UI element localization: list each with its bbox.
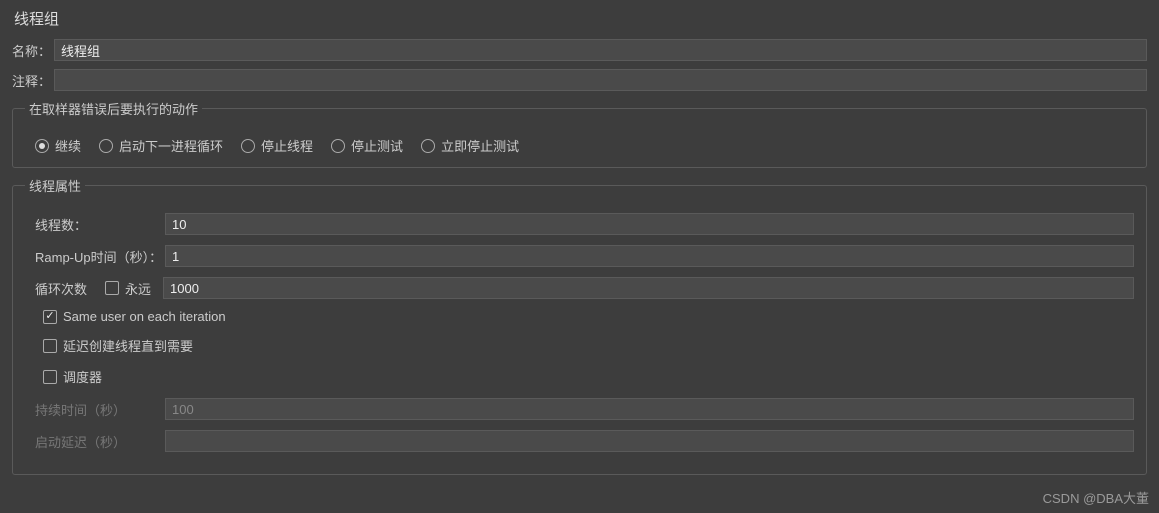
threads-input[interactable] [165, 213, 1134, 235]
forever-checkbox[interactable]: 永远 [105, 279, 151, 298]
radio-icon [241, 139, 255, 153]
radio-start-next-loop-label: 启动下一进程循环 [119, 136, 223, 155]
scheduler-label: 调度器 [63, 367, 102, 386]
radio-continue-label: 继续 [55, 136, 81, 155]
checkbox-icon [43, 339, 57, 353]
radio-icon [35, 139, 49, 153]
radio-continue[interactable]: 继续 [35, 136, 81, 155]
radio-icon [331, 139, 345, 153]
radio-stop-test[interactable]: 停止测试 [331, 136, 403, 155]
scheduler-checkbox[interactable]: 调度器 [43, 367, 102, 386]
error-action-legend: 在取样器错误后要执行的动作 [25, 99, 202, 118]
comment-input[interactable] [54, 69, 1147, 91]
startup-delay-input [165, 430, 1134, 452]
watermark: CSDN @DBA大董 [1043, 488, 1149, 507]
error-action-fieldset: 在取样器错误后要执行的动作 继续 启动下一进程循环 停止线程 停止测试 立即停止… [12, 99, 1147, 168]
checkbox-icon [105, 281, 119, 295]
radio-stop-thread-label: 停止线程 [261, 136, 313, 155]
name-label: 名称： [12, 41, 54, 60]
delay-create-label: 延迟创建线程直到需要 [63, 336, 193, 355]
radio-stop-thread[interactable]: 停止线程 [241, 136, 313, 155]
delay-create-checkbox[interactable]: 延迟创建线程直到需要 [43, 336, 193, 355]
radio-icon [99, 139, 113, 153]
thread-properties-legend: 线程属性 [25, 176, 85, 195]
name-input[interactable] [54, 39, 1147, 61]
radio-stop-test-now[interactable]: 立即停止测试 [421, 136, 519, 155]
radio-start-next-loop[interactable]: 启动下一进程循环 [99, 136, 223, 155]
checkbox-icon [43, 310, 57, 324]
radio-icon [421, 139, 435, 153]
comment-label: 注释： [12, 71, 54, 90]
rampup-input[interactable] [165, 245, 1134, 267]
duration-label: 持续时间（秒） [35, 400, 165, 419]
loop-count-input[interactable] [163, 277, 1134, 299]
page-title: 线程组 [12, 8, 1147, 29]
checkbox-icon [43, 370, 57, 384]
same-user-checkbox[interactable]: Same user on each iteration [43, 309, 226, 324]
threads-label: 线程数： [35, 215, 165, 234]
same-user-label: Same user on each iteration [63, 309, 226, 324]
startup-delay-label: 启动延迟（秒） [35, 432, 165, 451]
rampup-label: Ramp-Up时间（秒）： [35, 247, 165, 266]
radio-stop-test-now-label: 立即停止测试 [441, 136, 519, 155]
radio-stop-test-label: 停止测试 [351, 136, 403, 155]
thread-properties-fieldset: 线程属性 线程数： Ramp-Up时间（秒）： 循环次数 永远 Same use… [12, 176, 1147, 475]
forever-label: 永远 [125, 279, 151, 298]
duration-input [165, 398, 1134, 420]
loop-count-label: 循环次数 [35, 279, 105, 298]
